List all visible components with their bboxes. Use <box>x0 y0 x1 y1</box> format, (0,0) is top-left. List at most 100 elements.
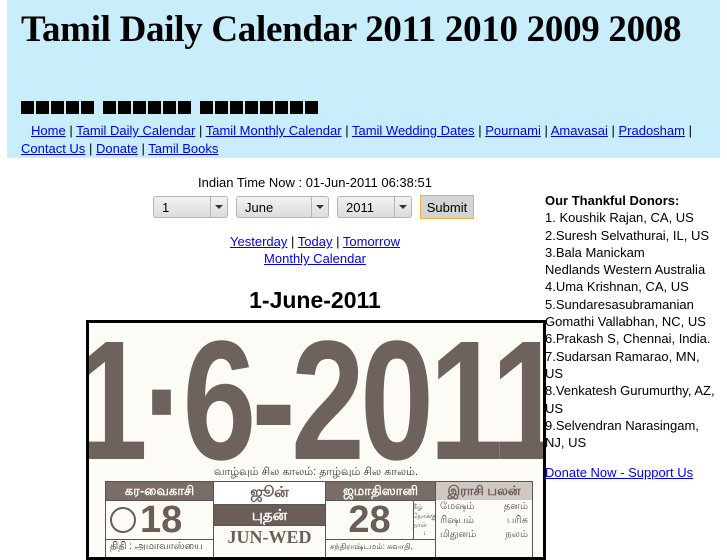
today-link[interactable]: Today <box>298 234 333 249</box>
donor-item: Nedlands Western Australia <box>545 262 706 278</box>
nav-amavasai[interactable]: Amavasai <box>551 123 608 138</box>
placeholder-box-group <box>103 101 191 116</box>
donors-sidebar: Our Thankful Donors: 1. Koushik Rajan, C… <box>545 192 725 482</box>
unrendered-tamil-text <box>21 101 318 116</box>
nav-pournami[interactable]: Pournami <box>485 123 541 138</box>
nav-separator: | <box>291 234 295 249</box>
nav-separator: | <box>141 141 145 156</box>
thithi: திதி : அமாவாஸ்யை <box>110 541 203 552</box>
rasi-result: தனம் <box>503 501 528 512</box>
nav-tamil-monthly-calendar[interactable]: Tamil Monthly Calendar <box>206 123 342 138</box>
donor-item: 3.Bala Manickam <box>545 244 645 260</box>
placeholder-box-group <box>200 101 318 116</box>
missing-glyph-box <box>81 101 94 114</box>
nav-separator: | <box>345 123 349 138</box>
year-select[interactable]: 2011 <box>337 196 412 218</box>
rasi-row: மிதுனம் நலம் <box>436 528 532 542</box>
month-tamil: ஜூன் <box>214 482 325 504</box>
missing-glyph-box <box>103 101 116 114</box>
month-select-value: June <box>245 199 274 215</box>
missing-glyph-box <box>178 101 191 114</box>
tomorrow-link[interactable]: Tomorrow <box>343 234 400 249</box>
main-nav: Home | Tamil Daily Calendar | Tamil Mont… <box>21 122 721 158</box>
donor-item: US <box>545 365 564 381</box>
missing-glyph-box <box>215 101 228 114</box>
day-select-value: 1 <box>162 199 170 215</box>
arrow-note: கீழ் நோக்கு நாள் <box>412 504 436 529</box>
missing-glyph-box <box>275 101 288 114</box>
missing-glyph-box <box>21 101 34 114</box>
nav-tamil-daily-calendar[interactable]: Tamil Daily Calendar <box>76 123 195 138</box>
day-select[interactable]: 1 <box>153 196 228 218</box>
rasi-title: இராசி பலன் <box>436 482 532 500</box>
missing-glyph-box <box>66 101 79 114</box>
donor-item: 6.Prakash S, Chennai, India. <box>545 331 711 347</box>
nav-separator: | <box>544 123 548 138</box>
weekday-cell: ஜூன் புதன் JUN-WED <box>214 482 326 557</box>
date-form: 1 June 2011 Submit <box>153 195 474 219</box>
donor-item: 5.Sundaresasubramanian <box>545 296 694 312</box>
nav-contact-us[interactable]: Contact Us <box>21 141 85 156</box>
nav-tamil-wedding-dates[interactable]: Tamil Wedding Dates <box>352 123 475 138</box>
donors-title: Our Thankful Donors: <box>545 193 680 208</box>
chevron-down-icon <box>394 197 411 217</box>
donor-item: NJ, US <box>545 435 587 451</box>
rasi-row: ரிஷபம் பரிசு <box>436 514 532 528</box>
tamil-month: கர-வைகாசி <box>106 482 213 500</box>
donor-item: Gomathi Vallabhan, NC, US <box>545 314 706 330</box>
nav-separator: | <box>611 123 615 138</box>
missing-glyph-box <box>148 101 161 114</box>
donor-item: 2.Suresh Selvathurai, IL, US <box>545 227 710 243</box>
rasi-row: மேஷம் தனம் <box>436 500 532 514</box>
motto: வாழ்வும் சில காலம்: தாழ்வும் சில காலம். <box>213 466 419 478</box>
missing-glyph-box <box>133 101 146 114</box>
indian-time-now: Indian Time Now : 01-Jun-2011 06:38:51 <box>198 175 432 190</box>
yesterday-link[interactable]: Yesterday <box>230 234 287 249</box>
missing-glyph-box <box>260 101 273 114</box>
nav-donate[interactable]: Donate <box>96 141 138 156</box>
calendar-sheet-image: 1·6-2011 வாழ்வும் சில காலம்: தாழ்வும் சி… <box>86 320 546 560</box>
islamic-date-cell: ஜமாதிஸானி 28 கீழ் நோக்கு நாள் ↓ சந்திராஷ்… <box>326 482 436 557</box>
nav-tamil-books[interactable]: Tamil Books <box>148 141 218 156</box>
donate-now-link[interactable]: Donate Now - Support Us <box>545 464 725 481</box>
site-header: Tamil Daily Calendar 2011 2010 2009 2008… <box>7 0 720 158</box>
donor-item: 4.Uma Krishnan, CA, US <box>545 279 689 295</box>
day-navigation: Yesterday | Today | Tomorrow Monthly Cal… <box>150 233 480 267</box>
site-title: Tamil Daily Calendar 2011 2010 2009 2008 <box>21 9 682 50</box>
nav-pradosham[interactable]: Pradosham <box>618 123 684 138</box>
rasi-sign: மிதுனம் <box>440 529 477 540</box>
nav-separator: | <box>198 123 203 138</box>
down-arrow-icon: கீழ் நோக்கு நாள் ↓ <box>413 501 435 539</box>
missing-glyph-box <box>163 101 176 114</box>
nakshatra: சந்திராஷ்டமம்: சுவாதி, விசாகம் <box>330 542 413 557</box>
month-select[interactable]: June <box>236 196 329 218</box>
nav-home[interactable]: Home <box>31 123 66 138</box>
rasi-result: பரிசு <box>506 515 528 526</box>
nav-separator: | <box>88 141 93 156</box>
date-heading: 1-June-2011 <box>249 287 381 313</box>
rasi-sign: ரிஷபம் <box>440 515 474 526</box>
donor-item: US <box>545 400 564 416</box>
islamic-month: ஜமாதிஸானி <box>326 482 435 500</box>
rasi-result: நலம் <box>505 529 528 540</box>
islamic-day: 28 <box>348 499 391 541</box>
submit-button[interactable]: Submit <box>420 195 474 219</box>
year-select-value: 2011 <box>346 199 374 215</box>
donor-item: 8.Venkatesh Gurumurthy, AZ, <box>545 383 715 399</box>
chevron-down-icon <box>210 197 227 217</box>
weekday-tamil: புதன் <box>214 504 325 526</box>
rasi-sign: மேஷம் <box>440 501 475 512</box>
missing-glyph-box <box>118 101 131 114</box>
rasi-cell: இராசி பலன் மேஷம் தனம் ரிஷபம் பரிசு மிதுனம்… <box>436 482 532 557</box>
chevron-down-icon <box>311 197 328 217</box>
donor-item: 9.Selvendran Narasingam, <box>545 417 699 433</box>
placeholder-box-group <box>21 101 94 116</box>
monthly-calendar-link[interactable]: Monthly Calendar <box>264 251 366 266</box>
missing-glyph-box <box>51 101 64 114</box>
deity-icon <box>110 507 136 533</box>
donor-item: 7.Sudarsan Ramarao, MN, <box>545 348 700 364</box>
missing-glyph-box <box>290 101 303 114</box>
missing-glyph-box <box>305 101 318 114</box>
missing-glyph-box <box>245 101 258 114</box>
nav-separator: | <box>336 234 340 249</box>
